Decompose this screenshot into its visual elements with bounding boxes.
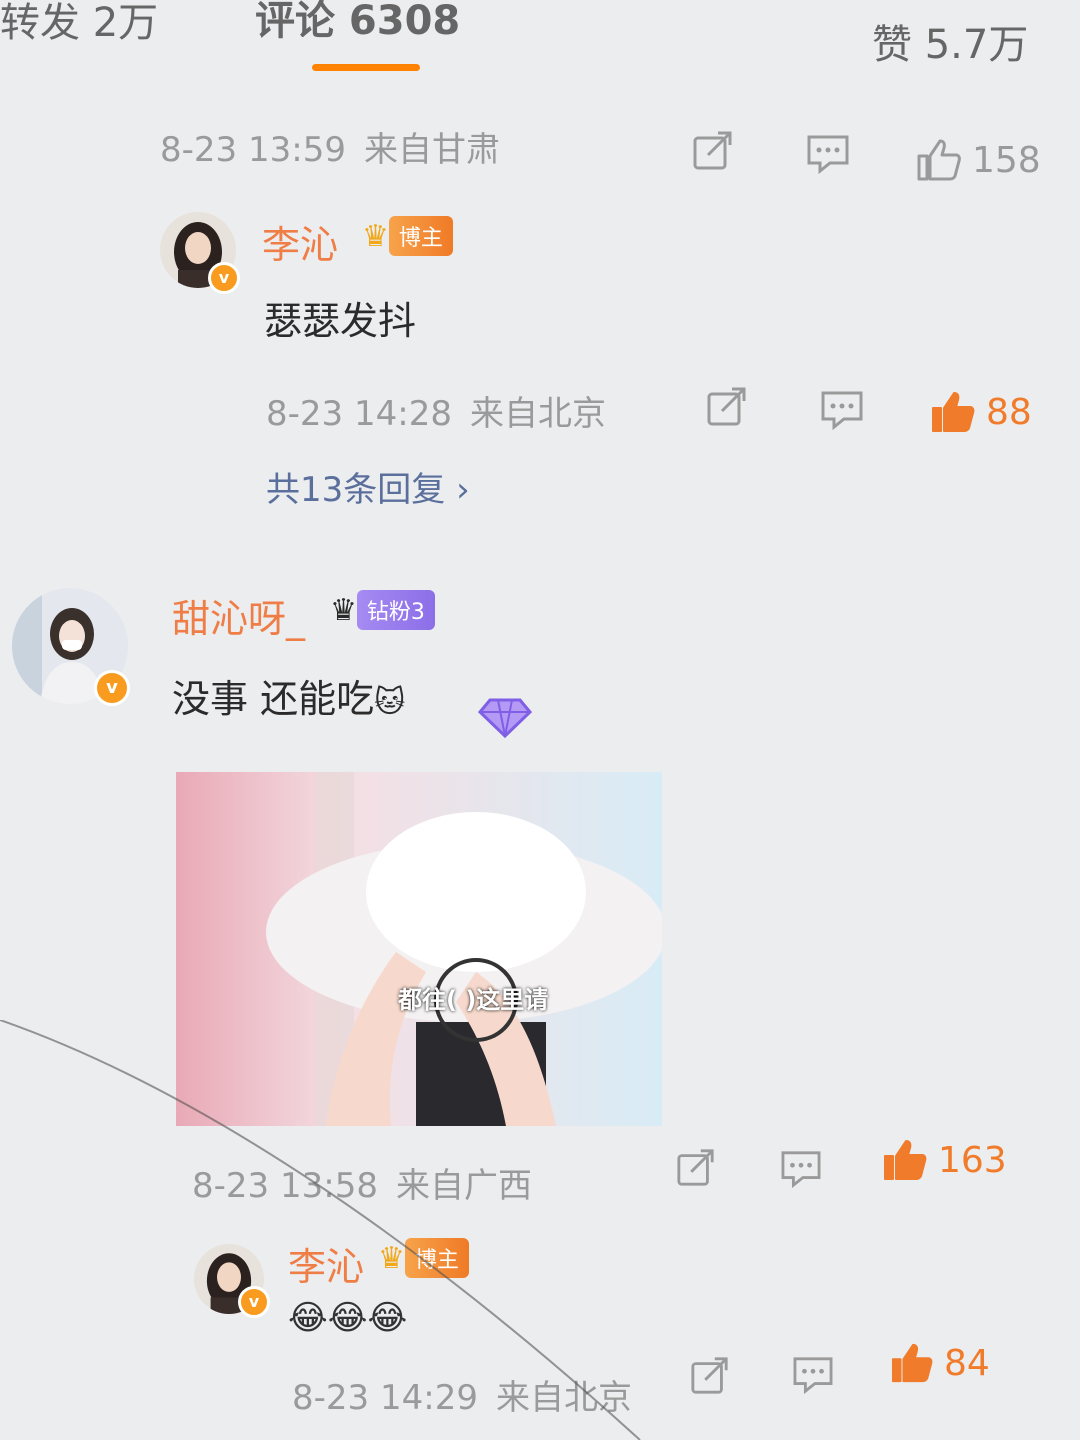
username[interactable]: 李沁 [262,214,338,269]
comment-location: 来自广西 [395,1166,532,1206]
like-button[interactable]: 88 [930,390,1032,434]
comment-button[interactable] [780,1150,822,1188]
badge-label: 钻粉3 [356,590,435,630]
share-icon [691,1357,728,1394]
crown-icon: ♛ [330,592,357,628]
fan-badge: ♛ 钻粉3 [330,590,435,630]
comment-icon [807,135,849,174]
comment-meta: 8-23 13:59 来自甘肃 [160,122,500,171]
comment-location: 来自甘肃 [363,130,500,170]
reply-location: 来自北京 [495,1378,632,1418]
comment-button[interactable] [806,134,850,174]
comment-text-content: 没事 还能吃 [172,677,375,721]
reply-meta: 8-23 14:29 来自北京 [292,1370,632,1419]
reply-meta: 8-23 14:28 来自北京 [266,386,606,435]
tab-reposts[interactable]: 转发 2万 [0,0,158,48]
like-count: 84 [944,1342,990,1384]
verified-badge-icon: v [208,262,240,294]
badge-label: 博主 [388,216,453,256]
thumbs-up-icon [917,139,961,181]
repost-button[interactable] [676,1148,716,1188]
like-button[interactable]: 163 [882,1138,1007,1182]
reply-time: 8-23 14:28 [266,394,452,434]
like-count: 158 [972,139,1041,181]
active-tab-indicator [312,64,420,71]
like-count: 88 [986,391,1032,433]
reply-location: 来自北京 [469,394,606,434]
cat-emoji-icon: 🐱 [374,685,406,720]
blogger-badge: ♛ 博主 [378,1238,469,1278]
badge-label: 博主 [404,1238,469,1278]
username[interactable]: 甜沁呀_ [172,588,305,643]
repost-button[interactable] [692,130,734,172]
share-icon [707,387,746,426]
comment-time: 8-23 13:59 [160,130,346,170]
photo-illustration [176,772,662,1126]
tab-comments[interactable]: 评论 6308 [255,0,460,46]
comment-meta: 8-23 13:58 来自广西 [192,1158,532,1207]
crown-icon: ♛ [362,218,389,254]
view-replies-link[interactable]: 共13条回复 › [266,462,470,511]
thumbs-up-icon [932,392,975,432]
comment-time: 8-23 13:58 [192,1166,378,1206]
comment-icon [781,1151,821,1188]
share-icon [677,1149,714,1186]
username[interactable]: 李沁 [288,1236,364,1291]
verified-badge-icon: v [238,1286,270,1318]
comment-button[interactable] [792,1356,834,1394]
like-button[interactable]: 158 [916,138,1041,182]
repost-button[interactable] [706,386,748,428]
comment-icon [793,1357,833,1394]
reply-time: 8-23 14:29 [292,1378,478,1418]
tab-likes[interactable]: 赞 5.7万 [872,12,1028,70]
verified-badge-icon: v [94,670,130,706]
share-icon [693,131,732,170]
crown-icon: ♛ [378,1240,405,1276]
comment-button[interactable] [820,390,864,430]
like-count: 163 [938,1139,1007,1181]
comment-icon [821,391,863,430]
thumbs-up-icon [891,1343,933,1383]
like-button[interactable]: 84 [890,1342,990,1384]
diamond-icon [470,690,540,740]
thumbs-up-icon [884,1140,927,1180]
repost-button[interactable] [690,1356,730,1396]
comment-text: 没事 还能吃🐱 [172,668,405,723]
blogger-badge: ♛ 博主 [362,216,453,256]
image-caption: 都往( )这里请 [398,986,549,1014]
reply-text: 瑟瑟发抖 [264,299,417,343]
comment-image[interactable]: 都往( )这里请 [176,772,662,1126]
emoji-reply: 😂😂😂 [288,1298,408,1338]
